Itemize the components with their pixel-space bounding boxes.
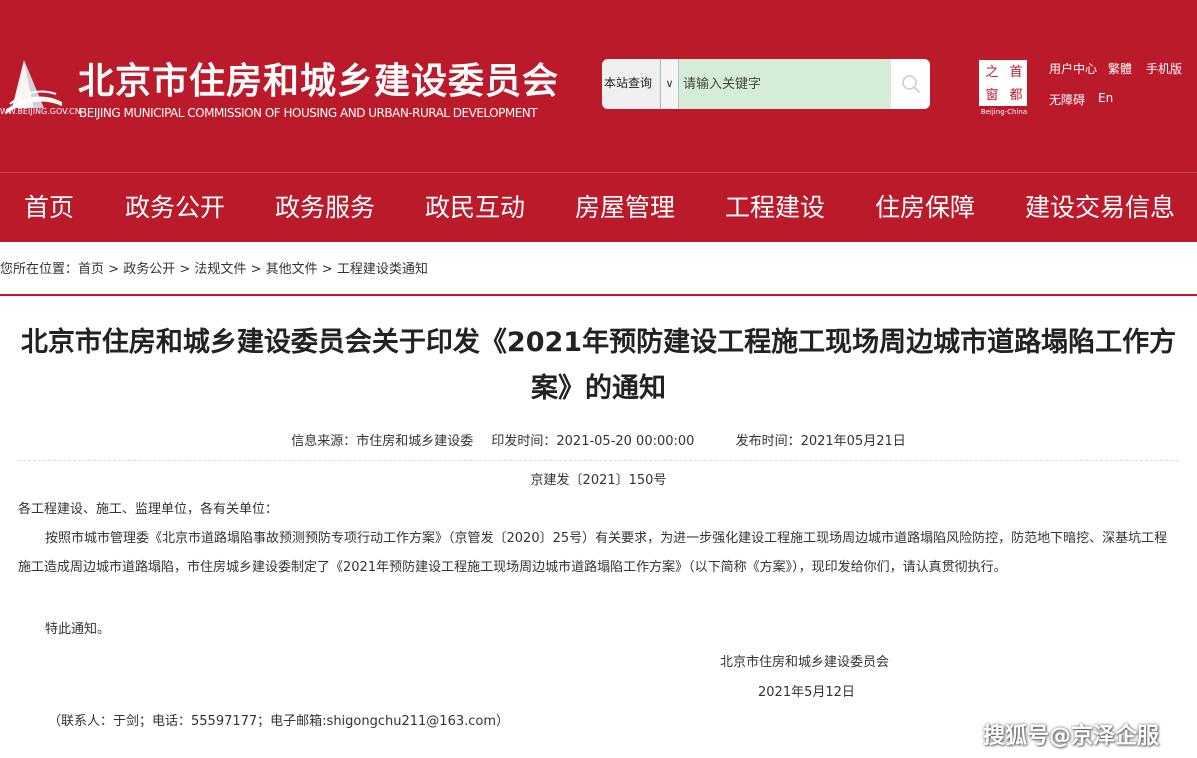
document-number: 京建发〔2021〕150号 (530, 473, 667, 488)
nav-item-interaction[interactable]: 政民互动 (425, 173, 525, 243)
article-meta: 信息来源：市住房和城乡建设委 印发时间：2021-05-20 00:00:00 … (0, 430, 1197, 449)
article-title-line: 北京市住房和城乡建设委员会关于印发《2021年预防建设工程施工现场周边城市道路塌… (20, 327, 1177, 358)
salutation: 各工程建设、施工、监理单位，各有关单位： (18, 502, 279, 517)
site-subtitle: BEIJING MUNICIPAL COMMISSION OF HOUSING … (79, 106, 538, 120)
search-input[interactable] (681, 59, 891, 109)
seal-char: 窗 (985, 88, 999, 103)
nav-item-construction[interactable]: 工程建设 (725, 173, 825, 243)
seal-caption: Beijing-China (980, 108, 1028, 116)
content-divider (0, 294, 1197, 296)
capital-window-seal[interactable]: 之 首 窗 都 (977, 58, 1029, 108)
article-title: 北京市住房和城乡建设委员会关于印发《2021年预防建设工程施工现场周边城市道路塌… (0, 320, 1197, 412)
nav-item-gov-services[interactable]: 政务服务 (275, 173, 375, 243)
breadcrumb-item[interactable]: 工程建设类通知 (337, 258, 428, 277)
contact-info: （联系人：于剑；电话：55597177；电子邮箱:shigongchu211@1… (48, 714, 510, 729)
article-title-line: 案》的通知 (531, 373, 666, 404)
nav-item-home[interactable]: 首页 (24, 173, 74, 243)
print-time: 印发时间：2021-05-20 00:00:00 (491, 434, 695, 449)
search-button[interactable] (891, 59, 930, 109)
nav-item-gov-affairs[interactable]: 政务公开 (125, 173, 225, 243)
meta-divider (18, 460, 1178, 461)
nav-item-trading-info[interactable]: 建设交易信息 (1025, 173, 1175, 243)
search-icon (902, 75, 921, 94)
search-scope-select[interactable]: 本站查询 (602, 59, 659, 109)
accessibility-link[interactable]: 无障碍 (1049, 91, 1085, 108)
article-body: 按照市城市管理委《北京市道路塌陷事故预测预防专项行动工作方案》（京管发〔2020… (18, 531, 1168, 575)
site-search: 本站查询 ∨ (602, 59, 930, 109)
breadcrumb-separator: > (108, 262, 120, 277)
seal-char: 之 (985, 65, 999, 80)
breadcrumb-item[interactable]: 法规文件 (194, 258, 246, 277)
breadcrumb-separator: > (250, 262, 262, 277)
chevron-down-icon[interactable]: ∨ (660, 59, 679, 109)
breadcrumb-item[interactable]: 首页 (78, 258, 104, 277)
english-link[interactable]: En (1098, 91, 1113, 105)
breadcrumb-prefix: 您所在位置： (0, 262, 79, 277)
breadcrumb: 您所在位置：首页 > 政务公开 > 法规文件 > 其他文件 > 工程建设类通知 (0, 258, 1197, 286)
main-nav: 首页 政务公开 政务服务 政民互动 房屋管理 工程建设 住房保障 建设交易信息 (0, 172, 1197, 242)
site-header: WW.BEIJING.GOV.CN 北京市住房和城乡建设委员会 BEIJING … (0, 0, 1197, 172)
user-center-link[interactable]: 用户中心 (1049, 60, 1097, 77)
watermark: 搜狐号@京泽企服 (983, 724, 1160, 749)
info-source: 信息来源：市住房和城乡建设委 (291, 434, 474, 449)
breadcrumb-item[interactable]: 其他文件 (266, 258, 318, 277)
signature-date: 2021年5月12日 (758, 685, 855, 700)
closing: 特此通知。 (45, 622, 111, 637)
nav-item-housing-mgmt[interactable]: 房屋管理 (575, 173, 675, 243)
publish-time: 发布时间：2021年05月21日 (735, 434, 906, 449)
logo-url-text: WW.BEIJING.GOV.CN (0, 107, 81, 116)
seal-char: 首 (1009, 65, 1023, 80)
breadcrumb-separator: > (321, 262, 333, 277)
mobile-version-link[interactable]: 手机版 (1146, 60, 1182, 77)
site-title[interactable]: 北京市住房和城乡建设委员会 (78, 52, 559, 104)
breadcrumb-separator: > (179, 262, 191, 277)
seal-char: 都 (1009, 88, 1023, 103)
nav-item-housing-security[interactable]: 住房保障 (875, 173, 975, 243)
signature-org: 北京市住房和城乡建设委员会 (720, 655, 890, 670)
commission-logo-icon[interactable] (4, 58, 64, 114)
breadcrumb-item[interactable]: 政务公开 (123, 258, 175, 277)
traditional-chinese-link[interactable]: 繁體 (1108, 60, 1132, 77)
